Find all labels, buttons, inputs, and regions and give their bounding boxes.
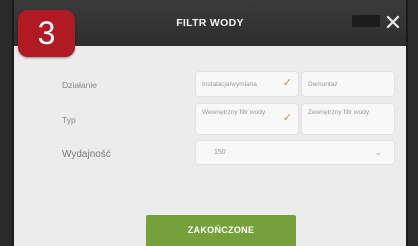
- check-icon: ✓: [282, 77, 292, 89]
- header-status-block: [352, 15, 380, 27]
- close-icon[interactable]: ✕: [382, 8, 404, 38]
- option-label: Instalacja/wymiana: [202, 81, 257, 88]
- option-demontaz[interactable]: Demontaż: [302, 72, 394, 96]
- check-icon: ✓: [282, 112, 292, 124]
- step-number-badge: 3: [18, 10, 75, 57]
- label-wydajnosc: Wydajność: [62, 149, 111, 160]
- select-value: 150: [214, 149, 226, 156]
- wydajnosc-select[interactable]: 150 ⌄: [196, 141, 394, 164]
- finish-button[interactable]: ZAKOŃCZONE: [146, 215, 296, 246]
- label-typ: Typ: [62, 115, 76, 125]
- option-label: Zewnętrzny filtr wody: [308, 109, 370, 116]
- label-dzialanie: Działanie: [62, 80, 97, 90]
- option-label: Wewnętrzny filtr wody: [202, 109, 266, 116]
- option-wewnetrzny-filtr[interactable]: Wewnętrzny filtr wody ✓: [196, 104, 298, 134]
- option-label: Demontaż: [308, 81, 338, 88]
- chevron-down-icon: ⌄: [374, 147, 382, 157]
- option-instalacja-wymiana[interactable]: Instalacja/wymiana ✓: [196, 72, 298, 96]
- option-zewnetrzny-filtr[interactable]: Zewnętrzny filtr wody: [302, 104, 394, 134]
